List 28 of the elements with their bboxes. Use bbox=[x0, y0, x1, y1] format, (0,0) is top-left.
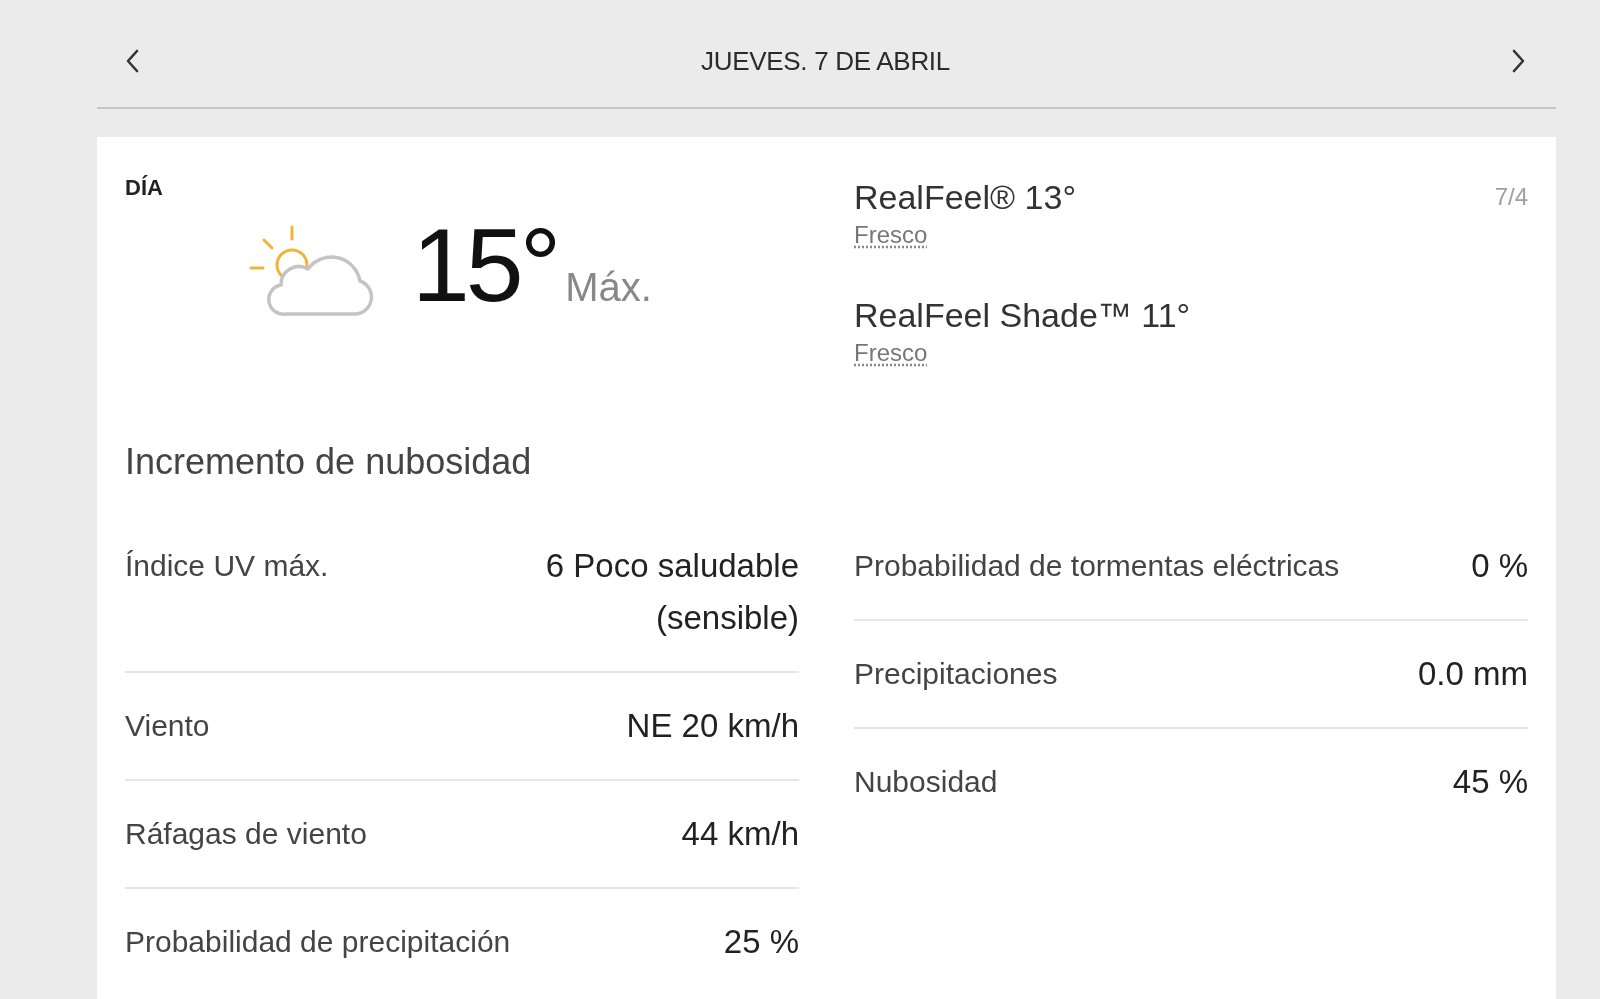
realfeel-phrase[interactable]: Fresco bbox=[854, 337, 928, 369]
realfeel-temperature: RealFeel® 13° bbox=[854, 177, 1076, 218]
temperature: 15° bbox=[412, 213, 558, 317]
next-day-button[interactable] bbox=[1512, 49, 1526, 73]
date-title: JUEVES. 7 DE ABRIL bbox=[701, 45, 950, 77]
detail-value: 0.0 mm bbox=[1417, 654, 1528, 694]
previous-day-button[interactable] bbox=[125, 49, 139, 73]
detail-label: Probabilidad de tormentas eléctricas bbox=[854, 548, 1340, 584]
detail-value: 45 % bbox=[1452, 762, 1528, 802]
detail-label: Ráfagas de viento bbox=[125, 816, 367, 852]
detail-label: Viento bbox=[125, 708, 210, 744]
detail-label: Nubosidad bbox=[854, 764, 998, 800]
temperature-label: Máx. bbox=[565, 265, 652, 310]
chevron-left-icon bbox=[125, 49, 139, 73]
realfeel-phrase[interactable]: Fresco bbox=[854, 219, 928, 251]
date-short: 7/4 bbox=[1494, 182, 1528, 212]
chevron-right-icon bbox=[1512, 49, 1526, 73]
detail-value: 44 km/h bbox=[681, 814, 799, 854]
detail-label: Probabilidad de precipitación bbox=[125, 924, 511, 960]
detail-label: Índice UV máx. bbox=[125, 548, 329, 584]
detail-value: 25 % bbox=[723, 922, 799, 962]
period-label: DÍA bbox=[125, 175, 163, 201]
detail-label: Precipitaciones bbox=[854, 656, 1058, 692]
weather-phrase: Incremento de nubosidad bbox=[125, 440, 532, 484]
realfeel-temperature: RealFeel Shade™ 11° bbox=[854, 295, 1191, 336]
detail-value: NE 20 km/h bbox=[626, 706, 799, 746]
detail-value: 6 Poco saludable (sensible) bbox=[544, 546, 799, 638]
detail-value: 0 % bbox=[1471, 546, 1528, 586]
